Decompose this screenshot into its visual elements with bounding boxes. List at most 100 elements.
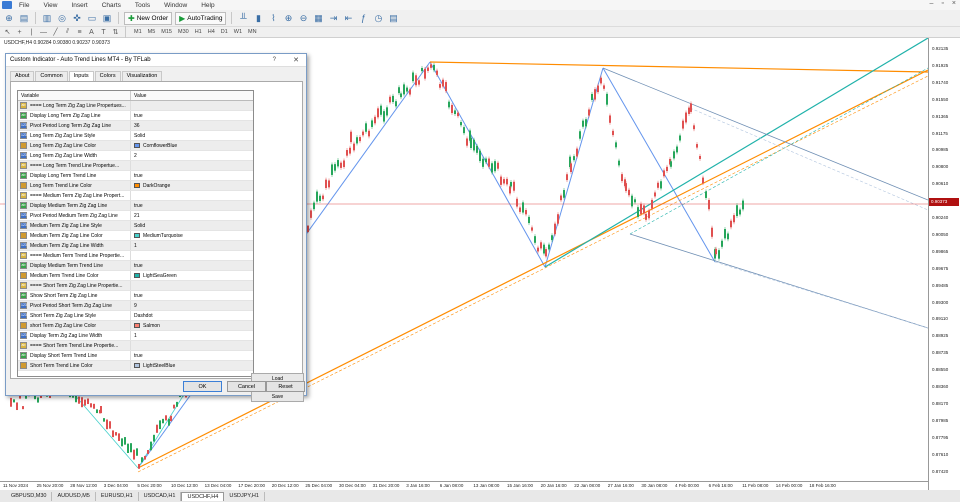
input-row[interactable]: abDisplay Short Term Trend Linetrue	[18, 351, 253, 361]
arrows-icon[interactable]: ⇅	[111, 28, 120, 36]
input-value-cell[interactable]: 9	[131, 301, 253, 310]
timeframe-h4[interactable]: H4	[205, 29, 218, 35]
chart-shift-icon[interactable]: ⇥	[327, 12, 339, 24]
input-value-cell[interactable]: Salmon	[131, 321, 253, 330]
input-value-cell[interactable]	[131, 161, 253, 170]
new-chart-icon[interactable]: ⊕	[3, 12, 15, 24]
input-row[interactable]: Medium Term Trend Line ColorLightSeaGree…	[18, 271, 253, 281]
chart-tab[interactable]: GBPUSD,M30	[6, 492, 52, 501]
dialog-tab-about[interactable]: About	[10, 71, 34, 81]
chart-tab[interactable]: USDCHF,H4	[181, 492, 224, 501]
text-icon[interactable]: A	[87, 29, 96, 36]
label-icon[interactable]: T	[99, 29, 108, 36]
input-row[interactable]: abDisplay Medium Term Trend Linetrue	[18, 261, 253, 271]
input-value-cell[interactable]: LightSteelBlue	[131, 361, 253, 370]
input-row[interactable]: Medium Term Zig Zag Line ColorMediumTurq…	[18, 231, 253, 241]
new-order-button[interactable]: ✚New Order	[124, 12, 172, 25]
menu-item-view[interactable]: View	[36, 2, 64, 9]
tile-windows-icon[interactable]: ▦	[312, 12, 324, 24]
timeframe-m15[interactable]: M15	[158, 29, 175, 35]
input-row[interactable]: Long Term Zig Zag Line ColorCornflowerBl…	[18, 141, 253, 151]
input-row[interactable]: abDisplay Long Term Trend Linetrue	[18, 171, 253, 181]
profiles-icon[interactable]: ▤	[18, 12, 30, 24]
inputs-grid[interactable]: Variable Value ab==== Long Term Zig Zag …	[17, 90, 254, 377]
candlestick-icon[interactable]: ▮	[252, 12, 264, 24]
input-row[interactable]: ab==== Medium Term Zig Zag Line Propert.…	[18, 191, 253, 201]
timeframe-m1[interactable]: M1	[131, 29, 145, 35]
input-value-cell[interactable]: true	[131, 201, 253, 210]
ok-button[interactable]: OK	[183, 381, 222, 392]
reset-button[interactable]: Reset	[266, 381, 305, 392]
templates-icon[interactable]: ▤	[387, 12, 399, 24]
autoscroll-icon[interactable]: ⇤	[342, 12, 354, 24]
restore-icon[interactable]: ▫	[941, 0, 943, 7]
menu-item-window[interactable]: Window	[157, 2, 194, 9]
input-value-cell[interactable]: 36	[131, 121, 253, 130]
zoom-in-icon[interactable]: ⊕	[282, 12, 294, 24]
input-row[interactable]: abShow Short Term Zig Zag Linetrue	[18, 291, 253, 301]
navigator-icon[interactable]: ✜	[71, 12, 83, 24]
dialog-tab-colors[interactable]: Colors	[95, 71, 121, 81]
input-value-cell[interactable]: LightSeaGreen	[131, 271, 253, 280]
menu-item-insert[interactable]: Insert	[64, 2, 94, 9]
input-row[interactable]: ab==== Medium Term Trend Line Propertie.…	[18, 251, 253, 261]
cancel-button[interactable]: Cancel	[227, 381, 266, 392]
input-value-cell[interactable]: true	[131, 111, 253, 120]
input-row[interactable]: 123Long Term Zig Zag Line StyleSolid	[18, 131, 253, 141]
input-row[interactable]: ab==== Long Term Zig Zag Line Propertues…	[18, 101, 253, 111]
input-row[interactable]: 123Pivot Period Short Term Zig Zag Line9	[18, 301, 253, 311]
input-row[interactable]: 123Display Term Zig Zag Line Width1	[18, 331, 253, 341]
timeframe-m5[interactable]: M5	[145, 29, 159, 35]
input-value-cell[interactable]: 21	[131, 211, 253, 220]
bar-chart-icon[interactable]: ╨	[237, 12, 249, 24]
periods-icon[interactable]: ◷	[372, 12, 384, 24]
dialog-close-button[interactable]: ✕	[293, 56, 299, 64]
auto-trading-button[interactable]: ▶AutoTrading	[175, 12, 226, 25]
price-axis[interactable]: 0.921350.919250.917400.915500.913650.911…	[928, 38, 960, 490]
chart-tab[interactable]: USDJPY,H1	[224, 492, 265, 501]
menu-item-tools[interactable]: Tools	[128, 2, 157, 9]
chart-tab[interactable]: USDCAD,H1	[139, 492, 182, 501]
input-value-cell[interactable]: Solid	[131, 221, 253, 230]
vertical-line-icon[interactable]: |	[27, 29, 36, 36]
line-chart-icon[interactable]: ⌇	[267, 12, 279, 24]
input-value-cell[interactable]: CornflowerBlue	[131, 141, 253, 150]
data-window-icon[interactable]: ◎	[56, 12, 68, 24]
input-value-cell[interactable]: 1	[131, 241, 253, 250]
input-row[interactable]: Short Term Trend Line ColorLightSteelBlu…	[18, 361, 253, 371]
input-value-cell[interactable]	[131, 101, 253, 110]
input-value-cell[interactable]: 2	[131, 151, 253, 160]
input-row[interactable]: 123Pivot Period Medium Term Zig Zag Line…	[18, 211, 253, 221]
dialog-tab-common[interactable]: Common	[35, 71, 67, 81]
input-value-cell[interactable]	[131, 251, 253, 260]
timeframe-m30[interactable]: M30	[175, 29, 192, 35]
input-value-cell[interactable]	[131, 191, 253, 200]
zoom-out-icon[interactable]: ⊖	[297, 12, 309, 24]
input-row[interactable]: Long Term Trend Line ColorDarkOrange	[18, 181, 253, 191]
input-value-cell[interactable]: true	[131, 261, 253, 270]
input-value-cell[interactable]: Solid	[131, 131, 253, 140]
input-value-cell[interactable]: DarkOrange	[131, 181, 253, 190]
fibonacci-icon[interactable]: ≡	[75, 29, 84, 36]
input-value-cell[interactable]: true	[131, 171, 253, 180]
input-value-cell[interactable]: true	[131, 291, 253, 300]
input-row[interactable]: ab==== Long Term Trend Line Propertue...	[18, 161, 253, 171]
crosshair-icon[interactable]: +	[15, 29, 24, 36]
dialog-tab-visualization[interactable]: Visualization	[122, 71, 163, 81]
input-row[interactable]: ab==== Short Term Trend Line Propertie..…	[18, 341, 253, 351]
trendline-icon[interactable]: ╱	[51, 28, 60, 36]
input-value-cell[interactable]: true	[131, 351, 253, 360]
input-row[interactable]: short Term Zig Zag Line ColorSalmon	[18, 321, 253, 331]
input-value-cell[interactable]	[131, 341, 253, 350]
input-row[interactable]: abDisplay Long Term Zig Zag Linetrue	[18, 111, 253, 121]
input-row[interactable]: 123Pivot Period Long Term Zig Zag Line36	[18, 121, 253, 131]
chart-tab[interactable]: EURUSD,H1	[96, 492, 139, 501]
menu-item-help[interactable]: Help	[194, 2, 221, 9]
strategy-tester-icon[interactable]: ▣	[101, 12, 113, 24]
channel-icon[interactable]: ⫽	[63, 28, 72, 36]
close-window-icon[interactable]: ×	[952, 0, 956, 7]
input-value-cell[interactable]: 1	[131, 331, 253, 340]
chart-tab[interactable]: AUDUSD,M5	[52, 492, 95, 501]
menu-item-charts[interactable]: Charts	[95, 2, 128, 9]
minimize-icon[interactable]: –	[930, 0, 934, 7]
